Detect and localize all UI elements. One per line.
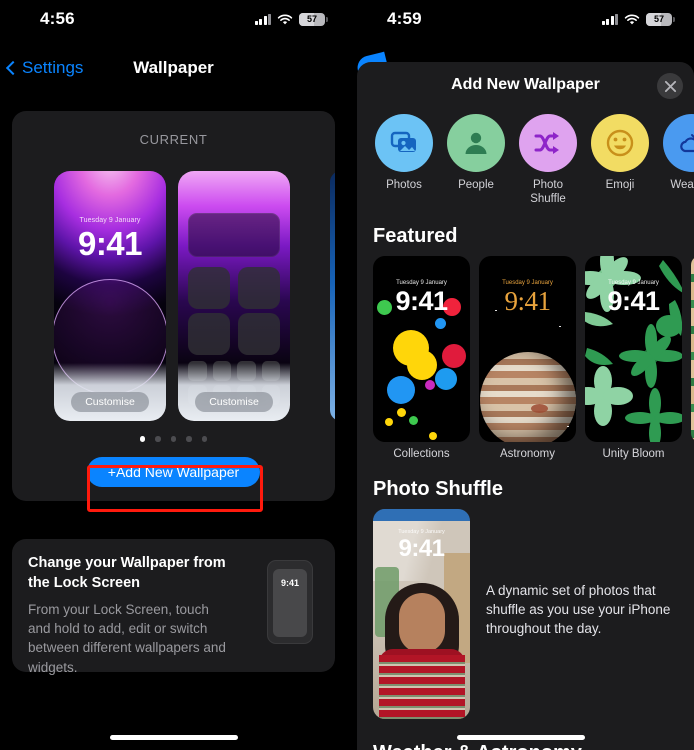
featured-thumbnails: Tuesday 9 January 9:41 Collections Tuesd…	[357, 255, 694, 460]
next-section-title: Weather & Astronomy	[373, 742, 582, 750]
status-indicators-right: 57	[601, 12, 675, 26]
featured-label: Unity Bloom	[602, 447, 665, 460]
category-label: People	[458, 179, 494, 191]
home-indicator-left	[109, 735, 238, 740]
home-screen-preview[interactable]: Customise	[178, 171, 290, 421]
battery-icon: 57	[299, 12, 328, 26]
close-icon	[664, 80, 676, 92]
status-time-right: 4:59	[387, 9, 422, 28]
category-row: Photos People Photo Shuffle Emoji Wea	[357, 108, 694, 207]
emoji-smile-icon	[591, 114, 649, 172]
page-dot-2[interactable]	[155, 436, 161, 442]
category-photos[interactable]: Photos	[375, 114, 433, 207]
lock-preview-footer: Customise	[54, 363, 166, 421]
category-label: Photos	[386, 179, 422, 191]
phone-illustration-time: 9:41	[273, 569, 307, 637]
thumb-time: 9:41	[504, 285, 551, 316]
page-dot-3[interactable]	[170, 436, 177, 442]
lock-screen-preview[interactable]: Tuesday 9 January 9:41 Customise	[54, 171, 166, 421]
customise-button-home[interactable]: Customise	[195, 392, 273, 412]
home-icon-row-1	[188, 267, 280, 309]
lock-preview-time: 9:41	[77, 225, 143, 262]
battery-level-right: 57	[653, 14, 664, 24]
left-phone-screen: 4:56 57 Settings Wallpaper CURRENT Tuesd…	[0, 0, 347, 750]
photo-shuffle-row: Tuesday 9 January 9:41 A dynamic set of …	[357, 508, 694, 719]
status-time: 4:56	[40, 9, 75, 28]
sheet-header: Add New Wallpaper	[357, 62, 694, 108]
photo-shuffle-preview[interactable]: Tuesday 9 January 9:41	[373, 508, 470, 719]
tip-body: From your Lock Screen, touch and hold to…	[28, 602, 226, 675]
category-emoji[interactable]: Emoji	[591, 114, 649, 207]
home-icon-row-2	[188, 313, 280, 355]
next-wallpaper-peek[interactable]	[330, 171, 335, 421]
cellular-bars-icon	[601, 13, 618, 25]
featured-section-title: Featured	[373, 224, 458, 247]
featured-item-collections: Tuesday 9 January 9:41 Collections	[373, 255, 470, 460]
thumb-time: 9:41	[395, 285, 448, 316]
home-indicator-right	[456, 735, 585, 740]
page-dot-1[interactable]	[139, 436, 146, 442]
weather-icon	[663, 114, 694, 172]
photos-icon	[375, 114, 433, 172]
status-bar-right: 4:59 57	[347, 0, 694, 38]
close-button[interactable]	[657, 73, 683, 99]
person-icon	[447, 114, 505, 172]
current-section-label: CURRENT	[139, 132, 208, 147]
cellular-bars-icon	[254, 13, 271, 25]
featured-label: Astronomy	[500, 447, 555, 460]
back-button-settings[interactable]: Settings	[5, 58, 84, 78]
shuffle-icon	[519, 114, 577, 172]
category-photo-shuffle[interactable]: Photo Shuffle	[519, 114, 577, 207]
add-wallpaper-row: +Add New Wallpaper	[12, 457, 335, 487]
featured-thumbnail[interactable]: Tuesday 9 January 9:41	[479, 255, 576, 442]
current-wallpaper-card: CURRENT Tuesday 9 January 9:41 Customise	[12, 111, 335, 501]
page-dots[interactable]	[12, 436, 335, 442]
featured-item-unity-bloom: Tuesday 9 January 9:41 Unity Bloom	[585, 255, 682, 460]
category-label: Weather	[670, 179, 694, 191]
featured-thumbnail[interactable]: Tuesday 9 January 9:41	[585, 255, 682, 442]
lock-preview-date: Tuesday 9 January	[79, 217, 141, 224]
nav-bar: Settings Wallpaper	[0, 50, 347, 86]
featured-thumbnail[interactable]: Tuesday 9 January 9:41	[373, 255, 470, 442]
customise-button-lock[interactable]: Customise	[71, 392, 149, 412]
sheet-title: Add New Wallpaper	[451, 76, 600, 93]
battery-icon: 57	[646, 12, 675, 26]
home-widget-large	[188, 213, 280, 257]
lock-screen-tip-card: Change your Wallpaper from the Lock Scre…	[12, 539, 335, 675]
wifi-icon	[624, 13, 640, 25]
photo-shuffle-description: A dynamic set of photos that shuffle as …	[486, 582, 671, 637]
category-people[interactable]: People	[447, 114, 505, 207]
status-bar-left: 4:56 57	[0, 0, 347, 38]
photo-shuffle-section-title: Photo Shuffle	[373, 477, 503, 500]
phone-illustration: 9:41	[267, 560, 313, 644]
category-label: Emoji	[605, 179, 635, 191]
wallpaper-previews: Tuesday 9 January 9:41 Customise Customi…	[12, 171, 335, 421]
wifi-icon	[277, 13, 293, 25]
category-label: Photo Shuffle	[530, 179, 566, 206]
home-preview-footer: Customise	[178, 363, 290, 421]
battery-level: 57	[306, 14, 317, 24]
page-dot-5[interactable]	[201, 436, 208, 442]
tip-title: Change your Wallpaper from the Lock Scre…	[28, 555, 226, 591]
featured-item-astronomy: Tuesday 9 January 9:41 Astronomy	[479, 255, 576, 460]
status-indicators: 57	[254, 12, 328, 26]
featured-label: Collections	[393, 447, 450, 460]
category-weather[interactable]: Weather	[663, 114, 694, 207]
add-new-wallpaper-button[interactable]: +Add New Wallpaper	[86, 457, 261, 487]
thumb-time: 9:41	[607, 285, 660, 316]
right-phone-screen: 4:59 57 Add New Wallpaper Photos People …	[347, 0, 694, 750]
dual-screenshot-stage: 4:56 57 Settings Wallpaper CURRENT Tuesd…	[0, 0, 694, 750]
shuffle-preview-time: 9:41	[398, 534, 445, 562]
chevron-left-icon	[5, 60, 21, 76]
add-wallpaper-sheet: Add New Wallpaper Photos People Photo Sh…	[357, 62, 694, 750]
back-button-label: Settings	[22, 58, 84, 77]
page-dot-4[interactable]	[186, 436, 192, 442]
